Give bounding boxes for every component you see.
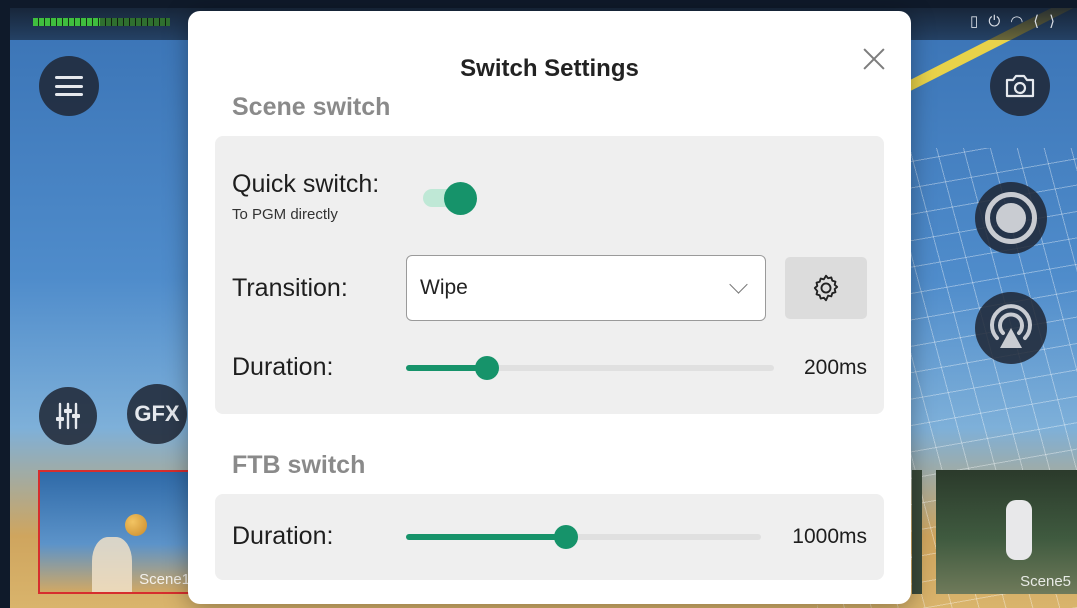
transition-label: Transition: <box>232 274 348 302</box>
ftb-switch-card: Duration: 1000ms <box>215 494 884 580</box>
player-figure <box>1006 500 1032 560</box>
scene-switch-heading: Scene switch <box>232 93 391 121</box>
scene-thumbnail-5[interactable]: Scene5 <box>936 470 1077 594</box>
dialog-title: Switch Settings <box>460 55 639 82</box>
scene-thumbnail-1[interactable]: Scene1 <box>38 470 198 594</box>
sd-card-icon: ▯ <box>970 13 989 30</box>
camera-icon <box>1005 74 1035 98</box>
transition-select[interactable]: Wipe <box>406 255 766 321</box>
mixer-sliders-icon <box>56 402 80 430</box>
scene-switch-card: Quick switch: To PGM directly Transition… <box>215 136 884 414</box>
battery-icon: ⏻ <box>988 13 1011 30</box>
wifi-icon: ◠ <box>1010 13 1034 30</box>
menu-button[interactable] <box>39 56 99 116</box>
scene-thumbnail-4[interactable] <box>912 470 922 594</box>
duration-label: Duration: <box>232 353 334 381</box>
audio-level-meter-secondary <box>100 18 170 26</box>
transition-value: Wipe <box>420 276 468 299</box>
record-icon <box>985 192 1037 244</box>
close-icon[interactable] <box>860 45 888 73</box>
scene-duration-value: 200ms <box>803 356 867 379</box>
quick-switch-label: Quick switch: <box>232 170 380 198</box>
status-icons: ▯⏻◠⟨⟩ <box>970 12 1065 30</box>
broadcast-icon <box>990 304 1032 348</box>
ftb-duration-value: 1000ms <box>792 525 867 548</box>
quick-switch-toggle[interactable] <box>423 182 477 215</box>
slider-thumb[interactable] <box>553 525 578 549</box>
gfx-label: GFX <box>134 401 180 426</box>
link-icon: ⟨⟩ <box>1033 13 1065 30</box>
volleyball <box>125 514 147 536</box>
toggle-thumb <box>444 182 477 215</box>
scene-label: Scene1 <box>139 571 190 588</box>
quick-switch-sublabel: To PGM directly <box>232 206 338 223</box>
hamburger-icon <box>55 76 83 96</box>
ftb-switch-heading: FTB switch <box>232 451 366 479</box>
audio-mixer-button[interactable] <box>39 387 97 445</box>
gfx-button[interactable]: GFX <box>127 384 187 444</box>
slider-fill <box>406 534 566 540</box>
ftb-duration-slider[interactable] <box>406 525 761 549</box>
duration-label: Duration: <box>232 522 334 550</box>
chevron-down-icon <box>729 275 748 294</box>
switch-settings-dialog: Switch Settings Scene switch Quick switc… <box>188 11 911 604</box>
snapshot-button[interactable] <box>990 56 1050 116</box>
live-stream-button[interactable] <box>975 292 1047 364</box>
scene-duration-slider[interactable] <box>406 356 774 380</box>
slider-thumb[interactable] <box>474 356 499 380</box>
gear-icon <box>813 274 839 302</box>
record-button[interactable] <box>975 182 1047 254</box>
transition-settings-button[interactable] <box>785 257 867 319</box>
player-figure <box>92 537 132 592</box>
scene-label: Scene5 <box>1020 573 1071 590</box>
